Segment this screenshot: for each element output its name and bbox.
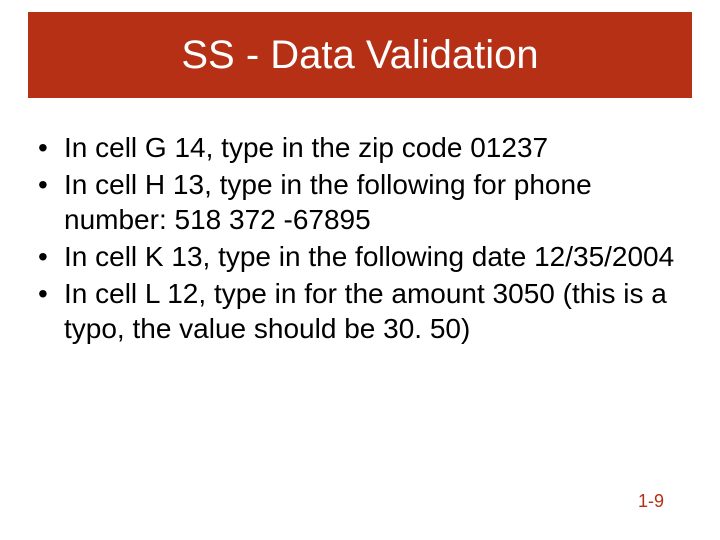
- slide-title: SS - Data Validation: [181, 33, 538, 78]
- slide-body: In cell G 14, type in the zip code 01237…: [36, 130, 684, 348]
- list-item: In cell K 13, type in the following date…: [36, 239, 684, 274]
- slide-number: 1-9: [638, 491, 664, 512]
- title-bar: SS - Data Validation: [28, 12, 692, 98]
- list-item: In cell G 14, type in the zip code 01237: [36, 130, 684, 165]
- bullet-list: In cell G 14, type in the zip code 01237…: [36, 130, 684, 346]
- list-item: In cell L 12, type in for the amount 305…: [36, 276, 684, 346]
- list-item: In cell H 13, type in the following for …: [36, 167, 684, 237]
